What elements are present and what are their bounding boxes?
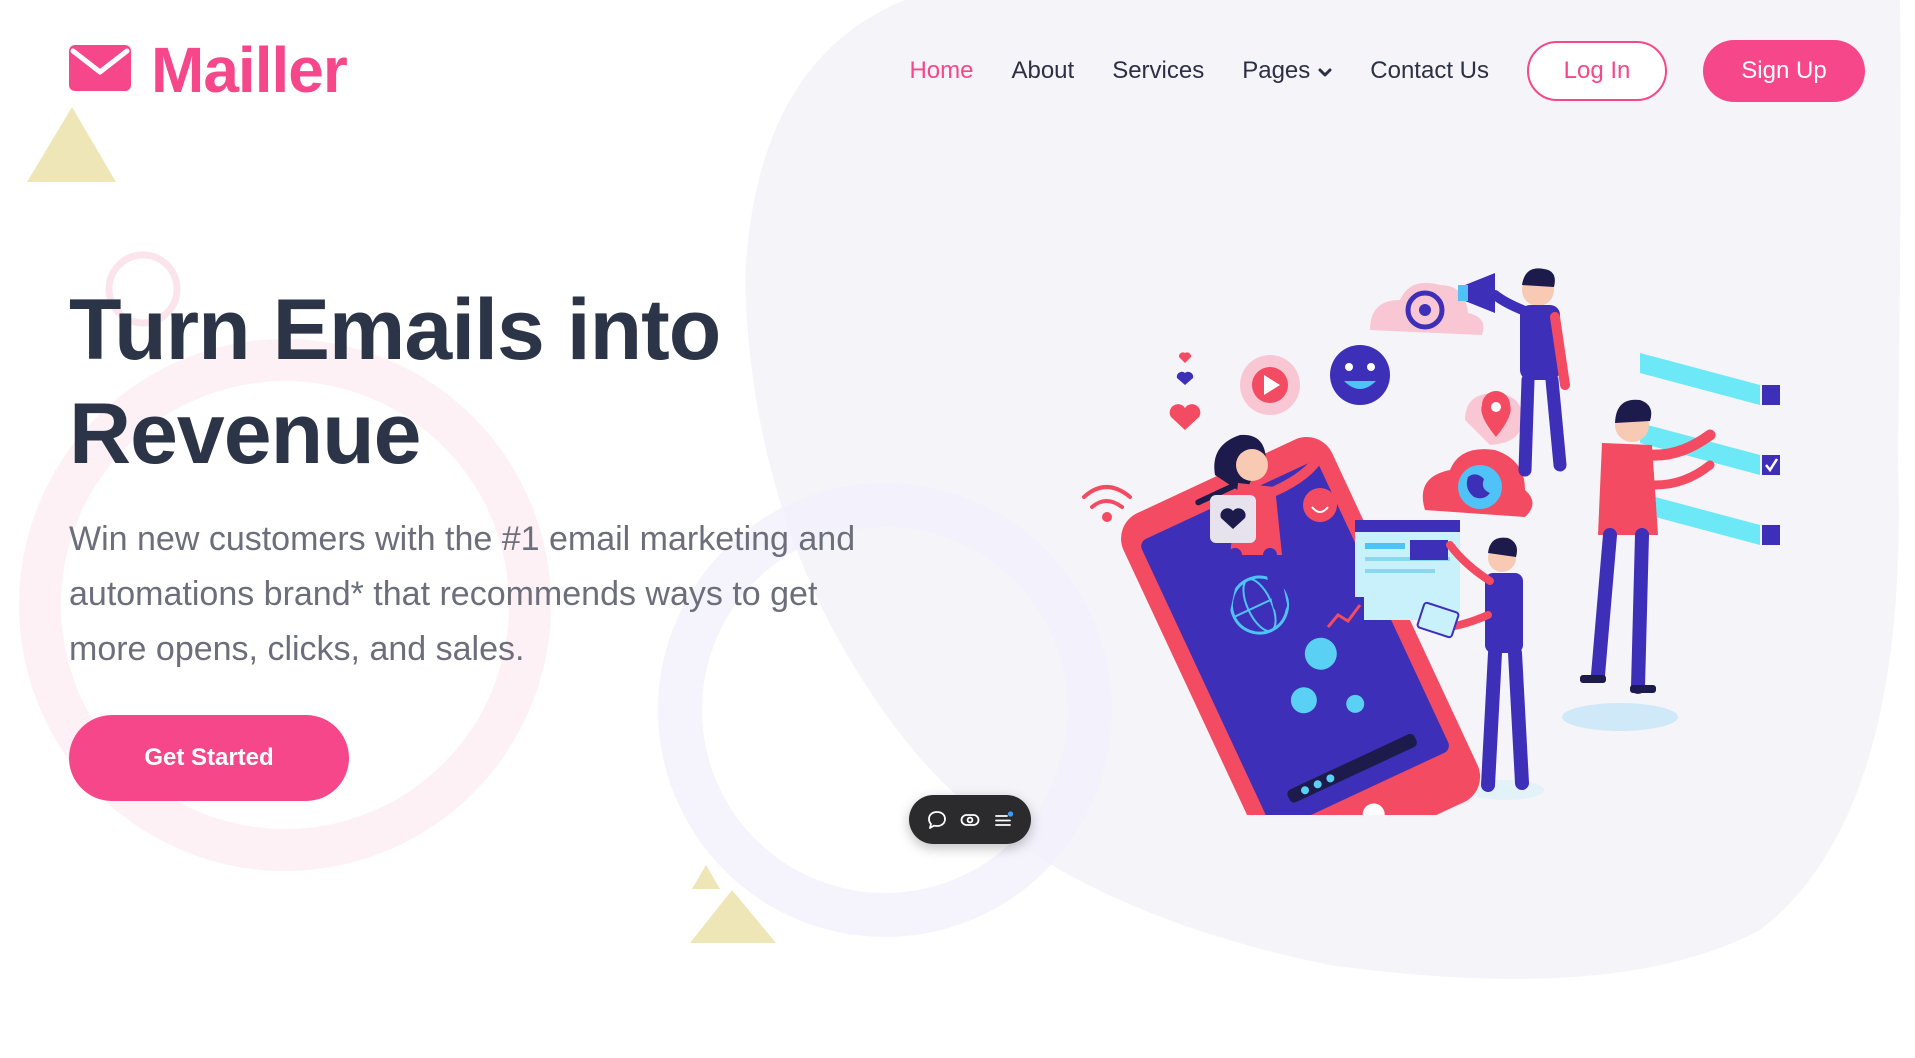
globe-cloud-icon — [1422, 449, 1533, 517]
browser-window-illustration — [1355, 520, 1460, 620]
hero-description-line-2: automations brand* that recommends ways … — [69, 575, 818, 613]
nav-item-home-label: Home — [909, 57, 974, 84]
login-button[interactable]: Log In — [1527, 41, 1667, 101]
floating-toolbar — [909, 795, 1031, 844]
get-started-button[interactable]: Get Started — [69, 715, 349, 801]
main-nav: Home About Services Pages Contact Us Log… — [909, 40, 1865, 102]
brand-logo[interactable]: Mailler — [69, 34, 348, 106]
envelope-icon — [69, 44, 131, 96]
decor-triangle-bottom-small — [692, 865, 720, 889]
hero-description-line-3: more opens, clicks, and sales. — [69, 630, 525, 668]
location-pin-icon — [1465, 391, 1523, 445]
nav-item-home[interactable]: Home — [909, 59, 973, 83]
hero-title-line-1: Turn Emails into — [69, 282, 721, 378]
decor-triangle-top — [27, 107, 116, 182]
hearts-icon — [1169, 352, 1201, 430]
floor-shadow-right — [1562, 703, 1678, 731]
checklist-illustration — [1640, 353, 1780, 545]
emoji-icon — [1303, 488, 1337, 522]
hero-description-line-1: Win new customers with the #1 email mark… — [69, 520, 856, 558]
chevron-down-icon — [1318, 59, 1332, 83]
smiley-icon — [1330, 345, 1390, 405]
comment-icon[interactable] — [924, 807, 950, 833]
signup-button[interactable]: Sign Up — [1703, 40, 1865, 102]
nav-item-services[interactable]: Services — [1112, 59, 1204, 83]
chart-card-illustration — [1322, 597, 1364, 635]
nav-item-pages-label: Pages — [1242, 57, 1311, 84]
play-bubble-icon — [1240, 355, 1300, 415]
nav-item-pages[interactable]: Pages — [1242, 59, 1332, 83]
nav-item-about[interactable]: About — [1011, 59, 1074, 83]
hero-title-line-2: Revenue — [69, 386, 421, 482]
megaphone-man-figure — [1458, 268, 1570, 477]
nav-item-contact-us-label: Contact Us — [1370, 57, 1489, 84]
wifi-icon — [1082, 485, 1132, 522]
hero-title: Turn Emails into Revenue — [69, 278, 829, 486]
brand-name: Mailler — [151, 34, 348, 106]
nav-item-services-label: Services — [1112, 57, 1205, 84]
hero-illustration — [1082, 268, 1780, 815]
nav-item-about-label: About — [1011, 57, 1075, 84]
menu-icon[interactable] — [990, 807, 1016, 833]
hero-description: Win new customers with the #1 email mark… — [69, 512, 969, 677]
nav-item-contact-us[interactable]: Contact Us — [1370, 59, 1489, 83]
eye-icon[interactable] — [957, 807, 983, 833]
